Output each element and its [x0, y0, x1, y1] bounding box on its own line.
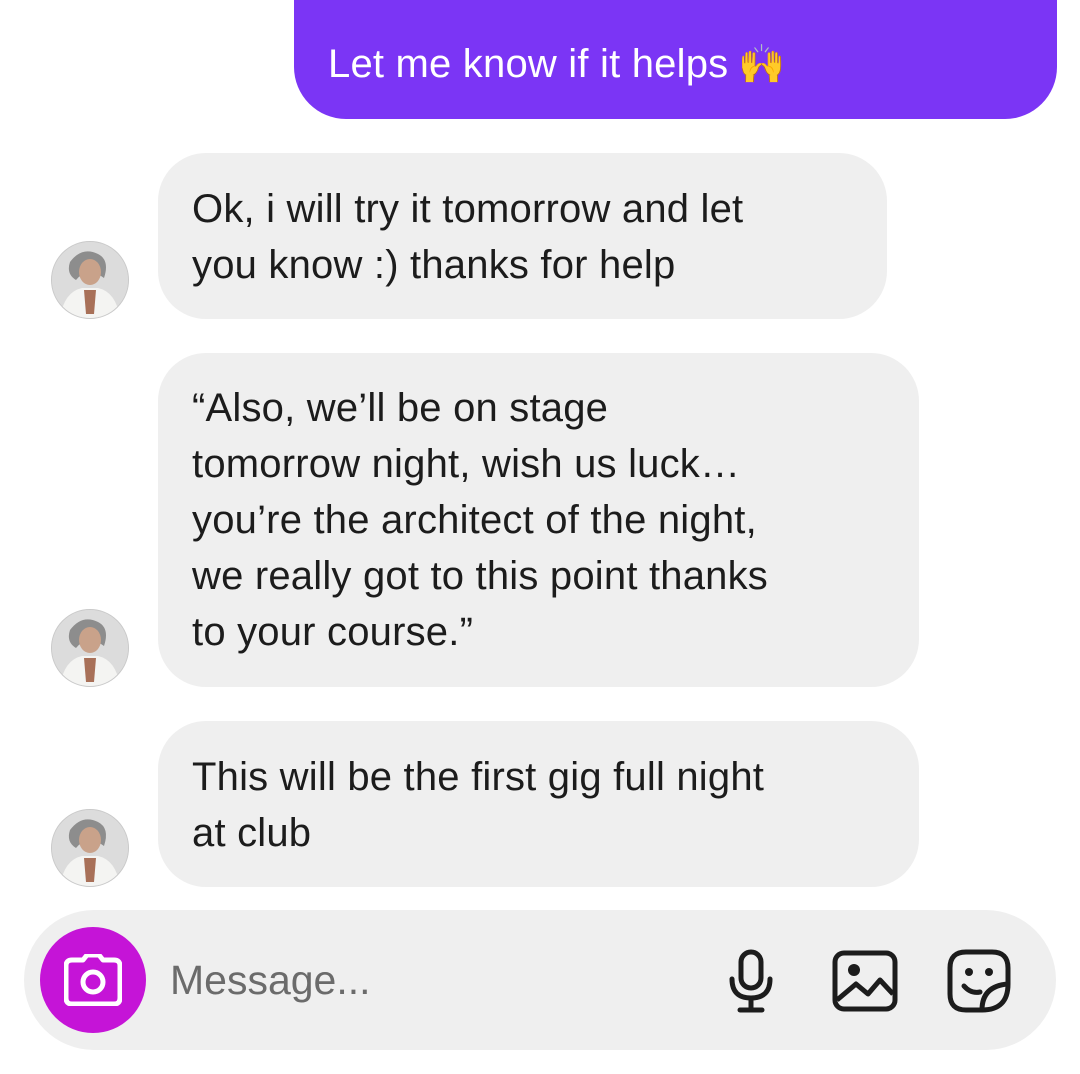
- message-input[interactable]: [170, 948, 690, 1012]
- camera-button[interactable]: [40, 927, 146, 1033]
- avatar[interactable]: [51, 809, 129, 887]
- incoming-message-bubble[interactable]: This will be the first gig full night at…: [158, 721, 919, 887]
- avatar[interactable]: [51, 241, 129, 319]
- message-text: Ok, i will try it tomorrow and let you k…: [192, 187, 744, 287]
- message-text: This will be the first gig full night at…: [192, 755, 765, 855]
- microphone-icon: [729, 949, 773, 1013]
- incoming-message-bubble[interactable]: Ok, i will try it tomorrow and let you k…: [158, 153, 887, 319]
- avatar[interactable]: [51, 609, 129, 687]
- camera-icon: [64, 954, 122, 1006]
- gallery-button[interactable]: [830, 946, 900, 1016]
- sticker-icon: [947, 949, 1011, 1013]
- message-text: “Also, we’ll be on stage tomorrow night,…: [192, 386, 768, 654]
- microphone-button[interactable]: [716, 946, 786, 1016]
- incoming-message-bubble[interactable]: “Also, we’ll be on stage tomorrow night,…: [158, 353, 919, 687]
- message-text: Let me know if it helps: [328, 42, 729, 86]
- raising-hands-emoji-icon: 🙌: [738, 44, 786, 86]
- outgoing-message-bubble[interactable]: Let me know if it helps 🙌: [294, 0, 1057, 119]
- image-gallery-icon: [832, 950, 898, 1012]
- sticker-button[interactable]: [944, 946, 1014, 1016]
- message-composer: [24, 910, 1056, 1050]
